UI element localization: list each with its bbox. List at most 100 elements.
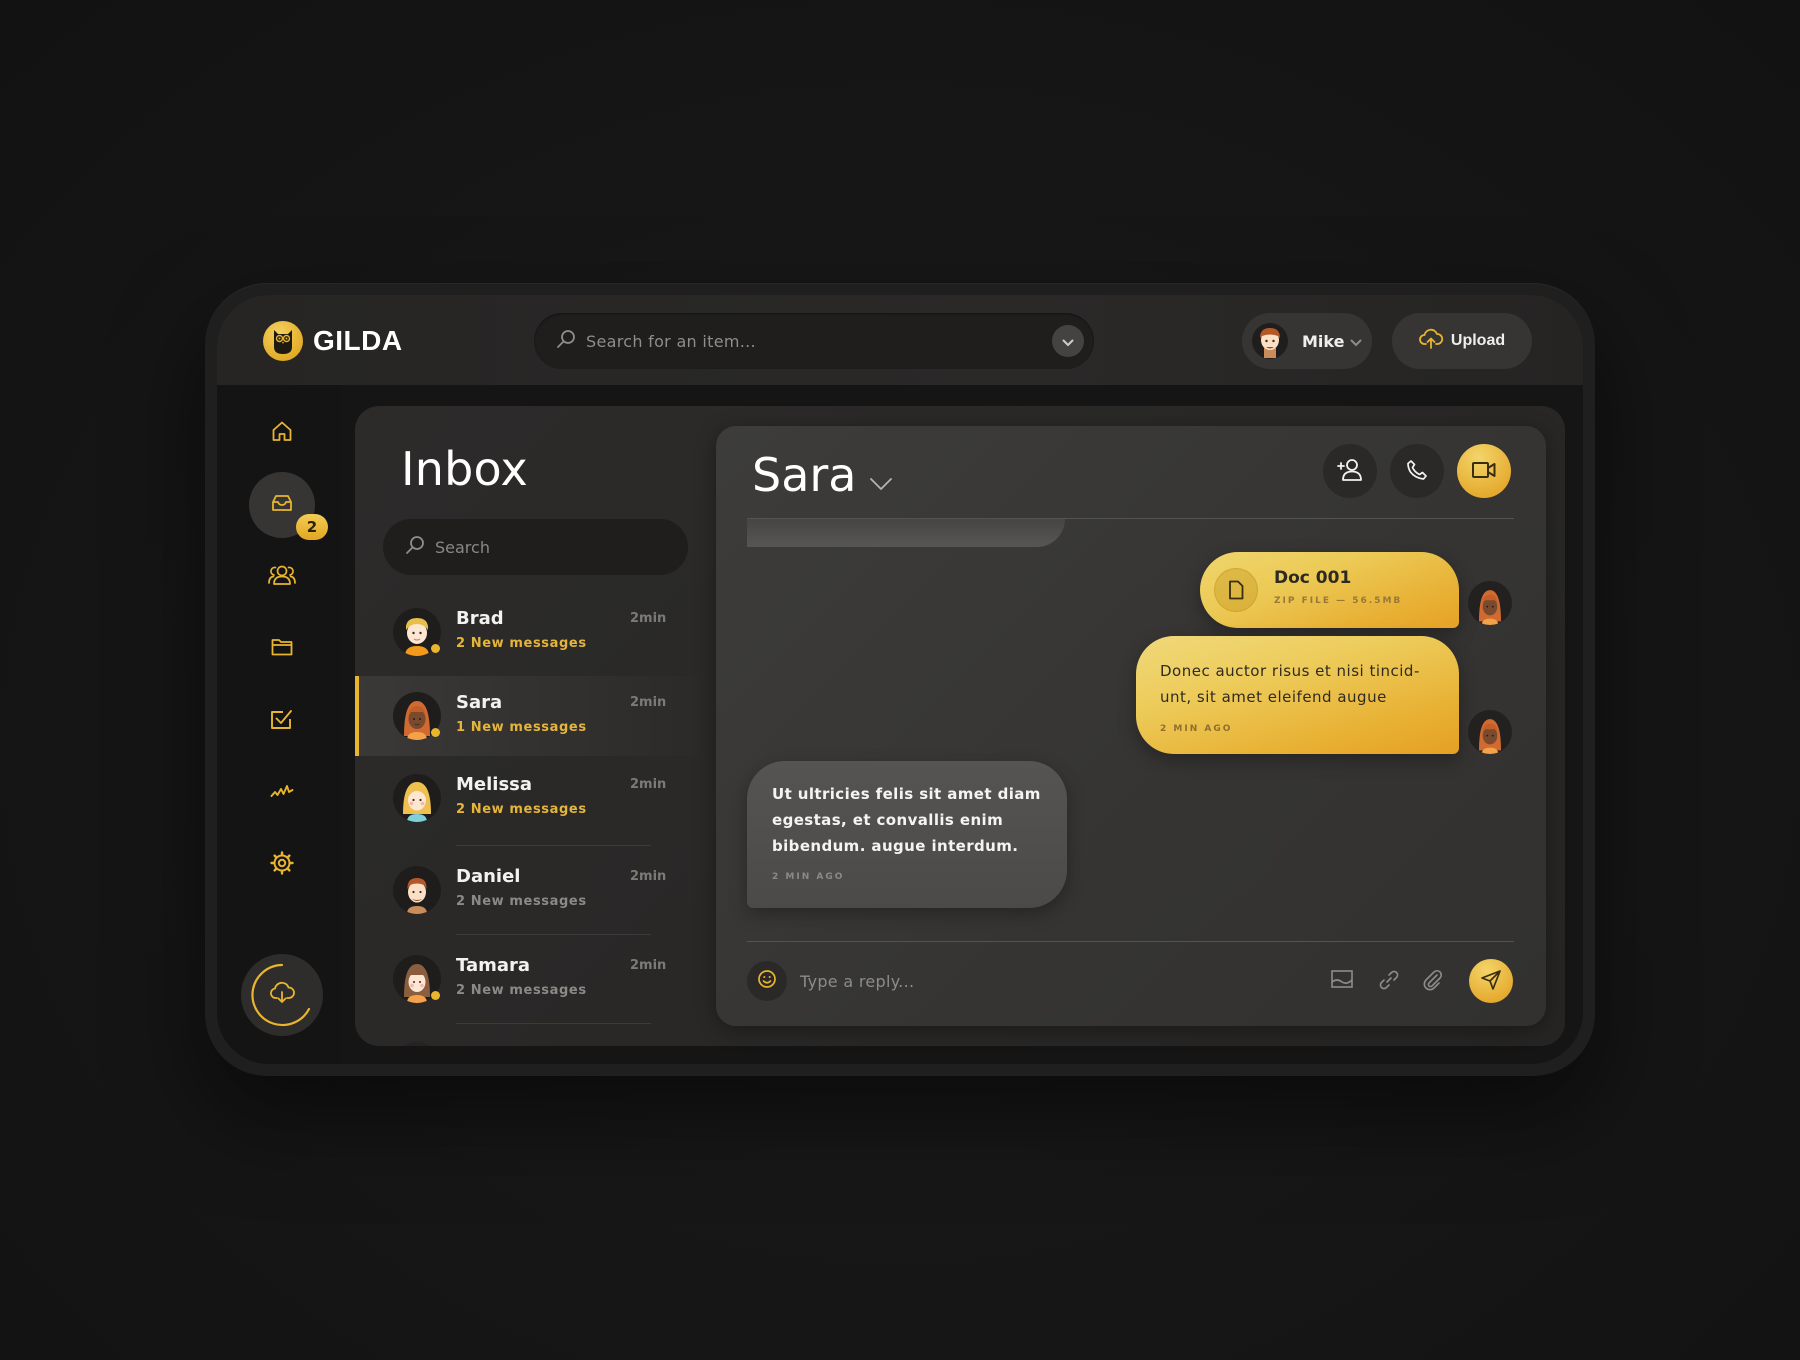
timestamp: 2min bbox=[630, 611, 667, 626]
online-indicator bbox=[431, 644, 440, 653]
avatar bbox=[393, 774, 441, 822]
inbox-icon bbox=[271, 493, 293, 517]
user-menu[interactable]: Mike bbox=[1242, 313, 1372, 369]
timestamp: 2min bbox=[630, 777, 667, 792]
brand-name: GILDA bbox=[313, 325, 403, 356]
message-status: 2 New messages bbox=[456, 636, 587, 651]
online-indicator bbox=[431, 728, 440, 737]
global-search bbox=[534, 313, 1094, 369]
chevron-down-icon bbox=[1350, 332, 1362, 351]
upload-button[interactable]: Upload bbox=[1392, 313, 1532, 369]
image-attach-icon[interactable] bbox=[1330, 969, 1354, 993]
send-button[interactable] bbox=[1469, 959, 1513, 1003]
sidebar-item-contacts[interactable] bbox=[249, 544, 315, 610]
cloud-download-icon bbox=[269, 981, 295, 1009]
global-search-input[interactable] bbox=[586, 331, 1016, 351]
top-bar: GILDA Mike bbox=[217, 295, 1583, 385]
sidebar-nav: 2 bbox=[217, 385, 342, 1064]
timestamp: 2min bbox=[630, 869, 667, 884]
incoming-message: Ut ultricies felis sit amet diam egestas… bbox=[747, 761, 1067, 908]
video-camera-icon bbox=[1471, 461, 1497, 482]
timestamp: 2min bbox=[630, 958, 667, 973]
inbox-search-input[interactable] bbox=[435, 537, 665, 557]
upload-label: Upload bbox=[1450, 332, 1506, 349]
sender-avatar bbox=[1468, 581, 1512, 625]
sidebar-item-inbox[interactable]: 2 bbox=[249, 472, 328, 540]
message-status: 2 New messages bbox=[456, 894, 587, 909]
conversation-item-brad[interactable]: Brad 2 New messages 2min bbox=[355, 592, 700, 672]
search-icon bbox=[405, 535, 425, 559]
content-panel: Inbox Brad 2 New messages 2min bbox=[355, 406, 1565, 1046]
activity-icon bbox=[270, 783, 294, 803]
chat-contact-selector[interactable]: Sara bbox=[752, 448, 893, 502]
contact-name: Sara bbox=[456, 692, 503, 713]
voice-call-button[interactable] bbox=[1390, 444, 1444, 498]
inbox-search bbox=[383, 519, 688, 575]
gear-icon bbox=[270, 851, 294, 879]
file-name: Doc 001 bbox=[1274, 568, 1352, 588]
add-user-icon bbox=[1336, 458, 1364, 485]
outgoing-message: Donec auctor risus et nisi tincid-unt, s… bbox=[1136, 636, 1459, 754]
conversation-item-melissa[interactable]: Melissa 2 New messages 2min bbox=[355, 758, 700, 846]
contact-name: Daniel bbox=[456, 866, 521, 887]
user-name: Mike bbox=[1302, 331, 1345, 351]
sidebar-item-activity[interactable] bbox=[249, 760, 315, 826]
message-status: 1 New messages bbox=[456, 720, 587, 735]
phone-icon bbox=[1406, 459, 1428, 484]
user-avatar bbox=[1252, 323, 1288, 359]
brand-logo[interactable]: GILDA bbox=[263, 321, 403, 361]
sidebar-item-settings[interactable] bbox=[249, 832, 315, 898]
contact-name: Melissa bbox=[456, 774, 533, 795]
sidebar-item-home[interactable] bbox=[249, 400, 315, 466]
online-indicator bbox=[431, 991, 440, 1000]
smiley-icon bbox=[757, 969, 777, 993]
inbox-title: Inbox bbox=[401, 442, 528, 496]
chevron-down-icon bbox=[1062, 332, 1074, 351]
message-bubble-partial bbox=[747, 519, 1065, 547]
sidebar-item-tasks[interactable] bbox=[249, 688, 315, 754]
link-icon[interactable] bbox=[1378, 969, 1400, 995]
owl-logo-icon bbox=[263, 321, 303, 361]
search-icon bbox=[556, 329, 576, 353]
avatar bbox=[393, 1042, 441, 1046]
inbox-unread-badge: 2 bbox=[296, 514, 328, 540]
timestamp: 2min bbox=[630, 695, 667, 710]
emoji-button[interactable] bbox=[747, 961, 787, 1001]
folder-icon bbox=[271, 638, 293, 660]
users-icon bbox=[266, 564, 298, 590]
app-window: GILDA Mike bbox=[217, 295, 1583, 1064]
video-call-button[interactable] bbox=[1457, 444, 1511, 498]
chat-panel: Sara Doc 001 ZIP FILE — 56.5MB Donec auc… bbox=[716, 426, 1546, 1026]
file-attachment-message[interactable]: Doc 001 ZIP FILE — 56.5MB bbox=[1200, 552, 1459, 628]
chevron-down-icon bbox=[869, 448, 893, 502]
reply-input[interactable] bbox=[800, 961, 1300, 1001]
contact-name: Brad bbox=[456, 608, 504, 629]
message-composer bbox=[716, 941, 1546, 1026]
conversation-item-partial[interactable] bbox=[355, 1024, 700, 1046]
message-text: Donec auctor risus et nisi tincid-unt, s… bbox=[1160, 662, 1420, 706]
checkbox-icon bbox=[270, 708, 294, 734]
avatar bbox=[393, 866, 441, 914]
send-icon bbox=[1480, 969, 1502, 994]
search-filter-dropdown[interactable] bbox=[1052, 325, 1084, 357]
conversation-item-sara[interactable]: Sara 1 New messages 2min bbox=[355, 676, 700, 756]
cloud-upload-icon bbox=[1419, 328, 1444, 355]
paperclip-icon[interactable] bbox=[1422, 969, 1444, 995]
add-participant-button[interactable] bbox=[1323, 444, 1377, 498]
inbox-panel: Inbox Brad 2 New messages 2min bbox=[355, 406, 700, 1046]
sidebar-item-files[interactable] bbox=[249, 616, 315, 682]
sync-button[interactable] bbox=[241, 954, 323, 1036]
conversation-item-daniel[interactable]: Daniel 2 New messages 2min bbox=[355, 846, 700, 935]
conversation-item-tamara[interactable]: Tamara 2 New messages 2min bbox=[355, 935, 700, 1024]
home-icon bbox=[271, 420, 293, 446]
contact-name: Tamara bbox=[456, 955, 531, 976]
message-text: Ut ultricies felis sit amet diam egestas… bbox=[772, 785, 1041, 855]
message-status: 2 New messages bbox=[456, 983, 587, 998]
file-meta: ZIP FILE — 56.5MB bbox=[1274, 596, 1403, 606]
message-time: 2 MIN AGO bbox=[772, 872, 845, 882]
document-icon bbox=[1214, 568, 1258, 612]
message-status: 2 New messages bbox=[456, 802, 587, 817]
sender-avatar bbox=[1468, 710, 1512, 754]
message-time: 2 MIN AGO bbox=[1160, 724, 1233, 734]
chat-contact-name: Sara bbox=[752, 448, 857, 502]
